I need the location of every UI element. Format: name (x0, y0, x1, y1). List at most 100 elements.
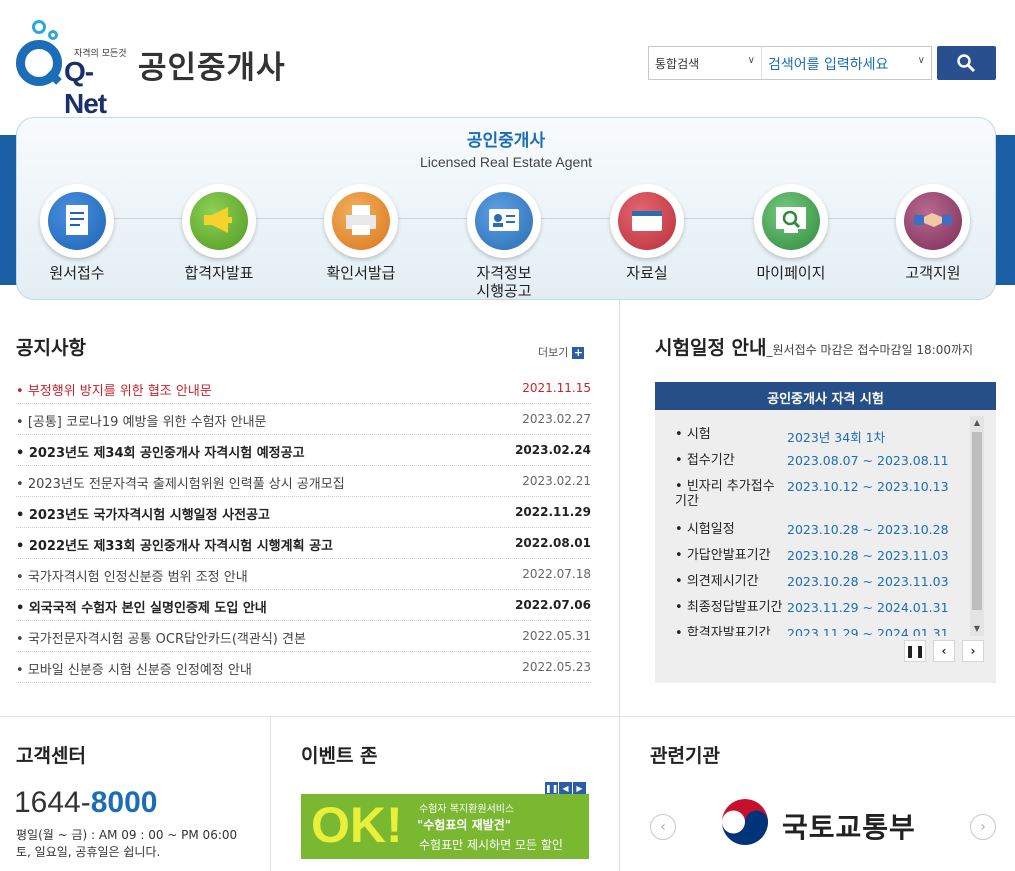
phone-number: 1644-8000 (14, 786, 158, 819)
event-line1: 수험자 복지환원서비스 (419, 804, 515, 815)
notice-item[interactable]: • 국가자격시험 인정신분증 범위 조정 안내 2022.07.18 (16, 559, 591, 590)
logo-dot (48, 30, 58, 40)
menu-icon-wrap (754, 184, 828, 258)
search-scope-select[interactable]: 통합검색 ∨ (649, 47, 759, 79)
notice-item[interactable]: • 외국국적 수험자 본인 실명인증제 도입 안내 2022.07.06 (16, 590, 591, 621)
menu-label: 고객지원 (905, 264, 961, 282)
folder-icon (632, 211, 662, 231)
more-label: 더보기 (538, 346, 569, 359)
search-box: 통합검색 ∨ 검색어를 입력하세요 ∨ (648, 46, 932, 80)
menu-label: 확인서발급 (326, 264, 396, 282)
logo-q-mark (16, 40, 62, 86)
notice-title: • 부정행위 방지를 위한 협조 안내문 (16, 384, 212, 399)
event-controls: ❚❚ ◀ ▶ (544, 776, 586, 795)
header: 자격의 모든것 Q-Net 공인중개사 통합검색 ∨ 검색어를 입력하세요 ∨ (0, 0, 1015, 119)
menu-support[interactable]: 고객지원 (863, 184, 1003, 282)
printer-icon (346, 205, 376, 235)
chevron-down-icon: ∨ (917, 55, 925, 66)
logo-dot (32, 20, 46, 34)
scroll-thumb[interactable] (972, 432, 982, 610)
monitor-icon (776, 207, 806, 233)
menu-mypage[interactable]: 마이페이지 (721, 184, 861, 282)
notice-date: 2022.11.29 (515, 505, 591, 519)
menu-icon-wrap (610, 184, 684, 258)
notice-more-link[interactable]: 더보기 + (538, 344, 585, 360)
menu-icon-wrap (896, 184, 970, 258)
notice-item[interactable]: • 2023년도 제34회 공인중개사 자격시험 예정공고 2023.02.24 (16, 435, 591, 466)
related-orgs-title: 관련기관 (650, 745, 720, 767)
notice-item[interactable]: • 국가전문자격시험 공통 OCR답안카드(객관식) 견본 2022.05.31 (16, 621, 591, 652)
notice-item[interactable]: • 모바일 신분증 시험 신분증 인정예정 안내 2022.05.23 (16, 652, 591, 683)
schedule-key: • 시험일정 (675, 522, 735, 537)
prev-button[interactable]: ‹ (933, 640, 955, 662)
menu-exam-info[interactable]: 자격정보 시행공고 (434, 184, 574, 300)
schedule-value: 2023.08.07 ~ 2023.08.11 (787, 453, 949, 468)
schedule-box: 공인중개사 자격 시험 • 시험 2023년 34회 1차 • 접수기간 2023.… (655, 382, 996, 683)
chevron-down-icon: ∨ (747, 55, 755, 66)
notice-title: • 2023년도 전문자격국 출제시험위원 인력풀 상시 공개모집 (16, 477, 345, 492)
search-button[interactable] (937, 46, 996, 80)
related-org-name[interactable]: 국토교통부 (782, 806, 916, 846)
notice-date: 2022.08.01 (515, 536, 591, 550)
document-icon (66, 205, 88, 235)
notice-title: • 2022년도 제33회 공인중개사 자격시험 시행계획 공고 (16, 539, 333, 554)
pause-button[interactable]: ❚❚ (904, 640, 926, 662)
search-input[interactable]: 검색어를 입력하세요 ∨ (761, 47, 931, 79)
schedule-box-title: 공인중개사 자격 시험 (655, 382, 996, 410)
schedule-key: • 가답안발표기간 (675, 548, 771, 563)
event-banner[interactable]: OK! 수험자 복지환원서비스 "수험표의 재발견" 수험표만 제시하면 모든 … (301, 794, 589, 859)
menu-certificate[interactable]: 확인서발급 (291, 184, 431, 282)
korea-government-logo[interactable] (716, 796, 774, 854)
business-hours: 평일(월 ~ 금) : AM 09 : 00 ~ PM 06:00 토, 일요일… (16, 827, 237, 861)
banner-title: 공인중개사 (466, 131, 546, 151)
chevron-left-icon[interactable]: ‹ (650, 814, 676, 840)
notice-item[interactable]: • 부정행위 방지를 위한 협조 안내문 2021.11.15 (16, 373, 591, 404)
megaphone-icon (204, 207, 232, 233)
notice-section-title: 공지사항 (16, 337, 86, 359)
menu-label: 합격자발표 (184, 264, 254, 282)
event-line2: "수험표의 재발견" (417, 818, 511, 832)
schedule-value: 2023.10.28 ~ 2023.11.03 (787, 574, 949, 589)
notice-date: 2023.02.27 (522, 412, 591, 426)
menu-icon-wrap (182, 184, 256, 258)
hours-weekend: 토, 일요일, 공휴일은 쉽니다. (16, 845, 161, 859)
search-placeholder: 검색어를 입력하세요 (768, 57, 889, 73)
notice-title: • 국가전문자격시험 공통 OCR답안카드(객관식) 견본 (16, 632, 306, 647)
notice-date: 2023.02.24 (515, 443, 591, 457)
notice-list: • 부정행위 방지를 위한 협조 안내문 2021.11.15 • [공통] 코로… (16, 373, 591, 683)
menu-apply[interactable]: 원서접수 (7, 184, 147, 282)
event-ok-text: OK! (311, 797, 403, 853)
menu-label: 원서접수 (49, 264, 105, 282)
scroll-down-icon[interactable]: ▼ (970, 622, 984, 636)
menu-icon-wrap (467, 184, 541, 258)
notice-title: • [공통] 코로나19 예방을 위한 수험자 안내문 (16, 415, 267, 430)
notice-item[interactable]: • 2023년도 국가자격시험 시행일정 사전공고 2022.11.29 (16, 497, 591, 528)
chevron-right-icon[interactable]: › (970, 814, 996, 840)
notice-item[interactable]: • 2022년도 제33회 공인중개사 자격시험 시행계획 공고 2022.08.… (16, 528, 591, 559)
notice-date: 2022.07.06 (515, 598, 591, 612)
schedule-note: _원서접수 마감은 접수마감일 18:00까지 (766, 343, 974, 357)
section-divider (619, 716, 620, 871)
schedule-scrollbar[interactable]: ▲ ▼ (970, 416, 984, 636)
qnet-logo[interactable]: 자격의 모든것 Q-Net (14, 18, 127, 119)
plus-icon: + (572, 346, 585, 359)
notice-date: 2022.07.18 (522, 567, 591, 581)
menu-results[interactable]: 합격자발표 (149, 184, 289, 282)
next-button[interactable]: › (962, 640, 984, 662)
notice-item[interactable]: • [공통] 코로나19 예방을 위한 수험자 안내문 2023.02.27 (16, 404, 591, 435)
notice-item[interactable]: • 2023년도 전문자격국 출제시험위원 인력풀 상시 공개모집 2023.02… (16, 466, 591, 497)
notice-date: 2021.11.15 (522, 381, 591, 395)
section-divider (0, 716, 1015, 717)
notice-title: • 국가자격시험 인정신분증 범위 조정 안내 (16, 570, 248, 585)
site-title[interactable]: 공인중개사 (138, 42, 286, 87)
schedule-key: • 접수기간 (675, 453, 735, 468)
schedule-key: • 합격자발표기간 (675, 626, 771, 636)
notice-title: • 외국국적 수험자 본인 실명인증제 도입 안내 (16, 601, 267, 616)
id-card-icon (489, 209, 519, 231)
menu-label: 자격정보 시행공고 (476, 264, 532, 300)
scroll-up-icon[interactable]: ▲ (970, 416, 984, 430)
schedule-key: • 최종정답발표기간 (675, 600, 783, 615)
schedule-list: • 시험 2023년 34회 1차 • 접수기간 2023.08.07 ~ 2023… (655, 418, 971, 636)
menu-archive[interactable]: 자료실 (577, 184, 717, 282)
schedule-key: • 시험 (675, 427, 711, 442)
